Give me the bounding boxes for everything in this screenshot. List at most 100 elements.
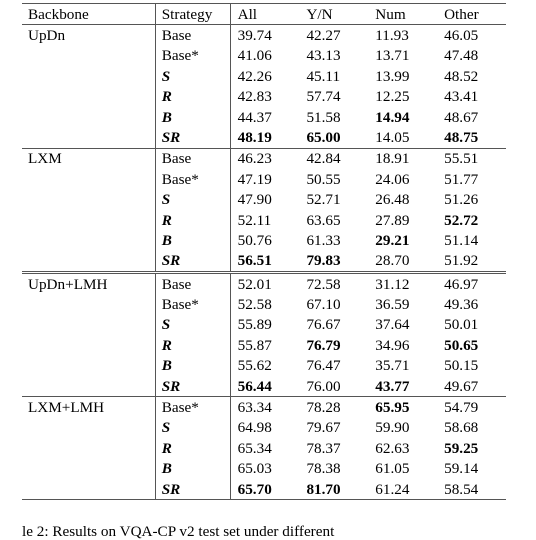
- value-cell-other: 51.92: [437, 251, 506, 273]
- table-row: R 52.11 63.65 27.89 52.72: [22, 209, 506, 231]
- backbone-cell: UpDn+LMH: [22, 271, 156, 295]
- strategy-label: R: [161, 439, 172, 457]
- table-row: Base* 52.58 67.10 36.59 49.36: [22, 294, 506, 315]
- backbone-cell: [22, 314, 156, 336]
- metric-value: 81.70: [306, 480, 341, 498]
- value-cell-all: 56.51: [230, 251, 299, 273]
- strategy-label: Base*: [161, 399, 199, 417]
- metric-value: 62.63: [375, 439, 410, 457]
- metric-value: 43.77: [375, 377, 410, 395]
- value-cell-num: 27.89: [368, 210, 437, 230]
- table-header: Backbone Strategy All Y/N Num Other: [22, 2, 506, 26]
- value-cell-yn: 78.28: [299, 396, 369, 418]
- value-cell-other: 50.15: [437, 356, 506, 376]
- strategy-cell: R: [155, 209, 231, 231]
- strategy-label: B: [161, 231, 172, 249]
- value-cell-yn: 76.00: [299, 376, 368, 397]
- backbone-cell: [22, 458, 156, 479]
- metric-value: 34.96: [375, 336, 410, 354]
- metric-value: 76.47: [306, 357, 341, 375]
- value-cell-yn: 78.37: [299, 438, 368, 458]
- value-cell-other: 50.01: [437, 315, 506, 335]
- strategy-cell: S: [155, 417, 231, 439]
- strategy-cell: B: [155, 355, 231, 377]
- metric-value: 49.67: [444, 377, 479, 395]
- metric-value: 54.79: [444, 399, 479, 417]
- strategy-cell: SR: [155, 127, 231, 149]
- value-cell-num: 61.05: [368, 459, 437, 479]
- backbone-cell: UpDn: [22, 24, 156, 46]
- metric-value: 56.51: [237, 252, 272, 270]
- value-cell-yn: 61.33: [299, 230, 368, 250]
- strategy-cell: Base*: [155, 169, 231, 190]
- metric-value: 46.05: [444, 26, 479, 44]
- metric-value: 41.06: [237, 47, 272, 65]
- metric-value: 76.79: [306, 336, 341, 354]
- value-cell-num: 13.99: [368, 66, 437, 86]
- metric-value: 50.76: [237, 231, 272, 249]
- value-cell-yn: 76.79: [299, 335, 368, 355]
- table-row: LXM+LMH Base* 63.34 78.28 65.95 54.79: [22, 396, 506, 418]
- value-cell-num: 14.05: [368, 127, 437, 148]
- value-cell-all: 39.74: [230, 25, 299, 46]
- metric-value: 43.41: [444, 88, 479, 106]
- backbone-cell: [22, 45, 156, 67]
- strategy-label: SR: [161, 252, 181, 270]
- column-header-strategy: Strategy: [155, 2, 231, 26]
- value-cell-all: 64.98: [230, 418, 299, 438]
- metric-value: 79.83: [306, 252, 341, 270]
- metric-value: 55.87: [237, 336, 272, 354]
- table-row: B 55.62 76.47 35.71 50.15: [22, 355, 506, 377]
- table-row: R 42.83 57.74 12.25 43.41: [22, 86, 506, 107]
- backbone-cell: [22, 355, 156, 377]
- metric-value: 49.36: [444, 296, 479, 314]
- value-cell-yn: 76.67: [299, 315, 368, 335]
- column-header-backbone: Backbone: [22, 2, 156, 26]
- value-cell-other: 48.52: [437, 66, 506, 86]
- strategy-label: Base*: [161, 170, 199, 188]
- metric-value: 59.90: [375, 419, 410, 437]
- value-cell-yn: 43.13: [299, 46, 368, 66]
- metric-value: 76.67: [306, 316, 341, 334]
- metric-value: 78.37: [306, 439, 341, 457]
- value-cell-all: 47.19: [230, 169, 299, 189]
- backbone-cell: [22, 230, 156, 251]
- metric-value: 55.62: [237, 357, 272, 375]
- value-cell-other: 50.65: [437, 335, 506, 355]
- strategy-cell: R: [155, 86, 231, 107]
- backbone-cell: [22, 66, 156, 87]
- figure-caption: le 2: Results on VQA-CP v2 test set unde…: [22, 523, 335, 540]
- strategy-label: B: [161, 357, 172, 375]
- value-cell-num: 61.24: [368, 478, 438, 501]
- value-cell-num: 14.94: [368, 107, 437, 127]
- backbone-cell: [22, 294, 156, 315]
- metric-value: 24.06: [375, 170, 410, 188]
- strategy-cell: B: [155, 230, 231, 251]
- metric-value: 50.15: [444, 357, 479, 375]
- metric-value: 52.58: [237, 296, 272, 314]
- value-cell-num: 34.96: [368, 335, 437, 355]
- value-cell-other: 46.05: [437, 25, 506, 46]
- value-cell-num: 31.12: [368, 271, 438, 295]
- value-cell-num: 62.63: [368, 438, 437, 458]
- value-cell-yn: 65.00: [299, 127, 368, 148]
- metric-value: 57.74: [306, 88, 341, 106]
- metric-value: 37.64: [375, 316, 410, 334]
- value-cell-num: 29.21: [368, 230, 437, 250]
- metric-value: 31.12: [375, 275, 410, 293]
- value-cell-num: 18.91: [368, 147, 438, 170]
- table-row: SR 48.19 65.00 14.05 48.75: [22, 127, 506, 149]
- value-cell-all: 52.58: [230, 294, 299, 314]
- metric-value: 11.93: [375, 26, 409, 44]
- value-cell-yn: 51.58: [299, 107, 368, 127]
- metric-value: 65.70: [237, 480, 272, 498]
- value-cell-yn: 76.47: [299, 356, 368, 376]
- results-table-container: Backbone Strategy All Y/N Num Other UpDn…: [22, 2, 506, 501]
- value-cell-yn: 79.67: [299, 418, 368, 438]
- strategy-label: Base: [161, 26, 192, 44]
- metric-value: 72.58: [306, 275, 341, 293]
- metric-value: 63.65: [306, 211, 341, 229]
- column-header-all: All: [230, 2, 300, 26]
- value-cell-yn: 52.71: [299, 190, 368, 210]
- value-cell-all: 65.70: [230, 478, 300, 501]
